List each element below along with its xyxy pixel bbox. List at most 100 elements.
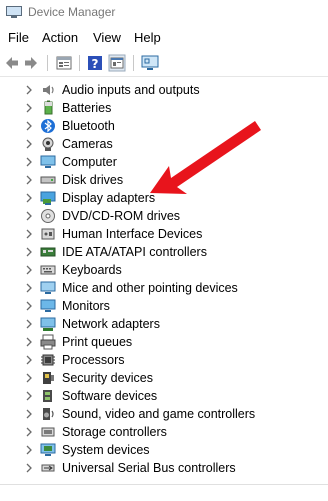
device-category-row[interactable]: DVD/CD-ROM drives bbox=[0, 207, 328, 225]
device-category-row[interactable]: Print queues bbox=[0, 333, 328, 351]
printer-icon bbox=[40, 334, 56, 350]
device-category-label: Human Interface Devices bbox=[62, 227, 203, 241]
chevron-right-icon[interactable] bbox=[24, 263, 34, 277]
chevron-right-icon[interactable] bbox=[24, 299, 34, 313]
chevron-right-icon[interactable] bbox=[24, 425, 34, 439]
network-icon bbox=[40, 317, 56, 331]
device-category-row[interactable]: Mice and other pointing devices bbox=[0, 279, 328, 297]
chevron-right-icon[interactable] bbox=[24, 83, 34, 97]
device-category-row[interactable]: Disk drives bbox=[0, 171, 328, 189]
processor-icon bbox=[41, 354, 55, 366]
scan-hardware-icon[interactable] bbox=[141, 54, 159, 72]
device-category-row[interactable]: Computer bbox=[0, 153, 328, 171]
bluetooth-icon bbox=[41, 119, 55, 133]
device-manager-app-icon bbox=[6, 6, 22, 18]
help-icon[interactable]: ? bbox=[86, 54, 104, 72]
chevron-right-icon[interactable] bbox=[24, 245, 34, 259]
chevron-right-icon[interactable] bbox=[24, 281, 34, 295]
chevron-right-icon[interactable] bbox=[24, 461, 34, 475]
chevron-right-icon[interactable] bbox=[24, 443, 34, 457]
dvd-icon bbox=[41, 209, 55, 223]
toolbar-separator bbox=[79, 55, 80, 71]
device-category-row[interactable]: Processors bbox=[0, 351, 328, 369]
device-category-label: Software devices bbox=[62, 389, 158, 403]
camera-icon bbox=[42, 137, 54, 151]
device-category-label: Storage controllers bbox=[62, 425, 167, 439]
device-category-row[interactable]: Audio inputs and outputs bbox=[0, 81, 328, 99]
menu-file[interactable]: File bbox=[8, 30, 29, 45]
device-category-label: Batteries bbox=[62, 101, 112, 115]
device-category-label: System devices bbox=[62, 443, 150, 457]
show-hidden-icon[interactable] bbox=[108, 54, 126, 72]
chevron-right-icon[interactable] bbox=[24, 371, 34, 385]
device-category-row[interactable]: Cameras bbox=[0, 135, 328, 153]
device-tree: Audio inputs and outputs Batteries Bluetoo… bbox=[0, 81, 328, 477]
device-category-label: Display adapters bbox=[62, 191, 156, 205]
device-category-row[interactable]: System devices bbox=[0, 441, 328, 459]
monitor-icon bbox=[40, 299, 56, 312]
hid-icon bbox=[41, 228, 55, 240]
device-category-row[interactable]: IDE ATA/ATAPI controllers bbox=[0, 243, 328, 261]
chevron-right-icon[interactable] bbox=[24, 209, 34, 223]
device-category-label: Network adapters bbox=[62, 317, 160, 331]
chevron-right-icon[interactable] bbox=[24, 317, 34, 331]
title-bar: Device Manager bbox=[0, 0, 328, 24]
chevron-right-icon[interactable] bbox=[24, 407, 34, 421]
device-category-label: Disk drives bbox=[62, 173, 124, 187]
menu-help[interactable]: Help bbox=[134, 30, 161, 45]
device-category-label: Keyboards bbox=[62, 263, 122, 277]
ide-controller-icon bbox=[40, 247, 56, 257]
usb-icon bbox=[41, 464, 55, 472]
device-category-label: Audio inputs and outputs bbox=[62, 83, 200, 97]
device-category-label: Bluetooth bbox=[62, 119, 115, 133]
chevron-right-icon[interactable] bbox=[24, 191, 34, 205]
device-category-label: Monitors bbox=[62, 299, 110, 313]
chevron-right-icon[interactable] bbox=[24, 173, 34, 187]
device-category-row[interactable]: Universal Serial Bus controllers bbox=[0, 459, 328, 477]
battery-icon bbox=[44, 100, 53, 115]
device-category-row[interactable]: Display adapters bbox=[0, 189, 328, 207]
device-category-row[interactable]: Batteries bbox=[0, 99, 328, 117]
properties-icon[interactable] bbox=[55, 54, 73, 72]
device-category-label: Universal Serial Bus controllers bbox=[62, 461, 236, 475]
forward-icon[interactable] bbox=[22, 54, 40, 72]
keyboard-icon bbox=[40, 265, 56, 275]
device-category-label: Computer bbox=[62, 155, 117, 169]
chevron-right-icon[interactable] bbox=[24, 155, 34, 169]
chevron-right-icon[interactable] bbox=[24, 119, 34, 133]
mouse-icon bbox=[40, 281, 56, 294]
display-adapter-icon bbox=[40, 191, 56, 205]
device-category-row[interactable]: Storage controllers bbox=[0, 423, 328, 441]
device-category-label: Mice and other pointing devices bbox=[62, 281, 238, 295]
storage-icon bbox=[41, 427, 55, 437]
device-category-row[interactable]: Monitors bbox=[0, 297, 328, 315]
device-category-label: Security devices bbox=[62, 371, 154, 385]
device-category-label: Print queues bbox=[62, 335, 133, 349]
computer-icon bbox=[40, 155, 56, 168]
chevron-right-icon[interactable] bbox=[24, 227, 34, 241]
back-icon[interactable] bbox=[3, 54, 21, 72]
toolbar-separator bbox=[133, 55, 134, 71]
device-category-row[interactable]: Human Interface Devices bbox=[0, 225, 328, 243]
disk-drive-icon bbox=[40, 176, 56, 184]
svg-text:?: ? bbox=[92, 57, 99, 71]
device-category-label: IDE ATA/ATAPI controllers bbox=[62, 245, 207, 259]
device-category-row[interactable]: Software devices bbox=[0, 387, 328, 405]
menu-action[interactable]: Action bbox=[42, 30, 78, 45]
software-device-icon bbox=[43, 390, 52, 402]
chevron-right-icon[interactable] bbox=[24, 137, 34, 151]
chevron-right-icon[interactable] bbox=[24, 389, 34, 403]
device-category-row[interactable]: Keyboards bbox=[0, 261, 328, 279]
menu-view[interactable]: View bbox=[93, 30, 121, 45]
device-category-row[interactable]: Network adapters bbox=[0, 315, 328, 333]
window-title: Device Manager bbox=[28, 5, 116, 19]
system-icon bbox=[40, 443, 56, 456]
device-category-row[interactable]: Sound, video and game controllers bbox=[0, 405, 328, 423]
chevron-right-icon[interactable] bbox=[24, 353, 34, 367]
device-category-row[interactable]: Security devices bbox=[0, 369, 328, 387]
security-icon bbox=[43, 372, 54, 384]
audio-icon bbox=[43, 85, 54, 95]
chevron-right-icon[interactable] bbox=[24, 335, 34, 349]
chevron-right-icon[interactable] bbox=[24, 101, 34, 115]
device-category-row[interactable]: Bluetooth bbox=[0, 117, 328, 135]
